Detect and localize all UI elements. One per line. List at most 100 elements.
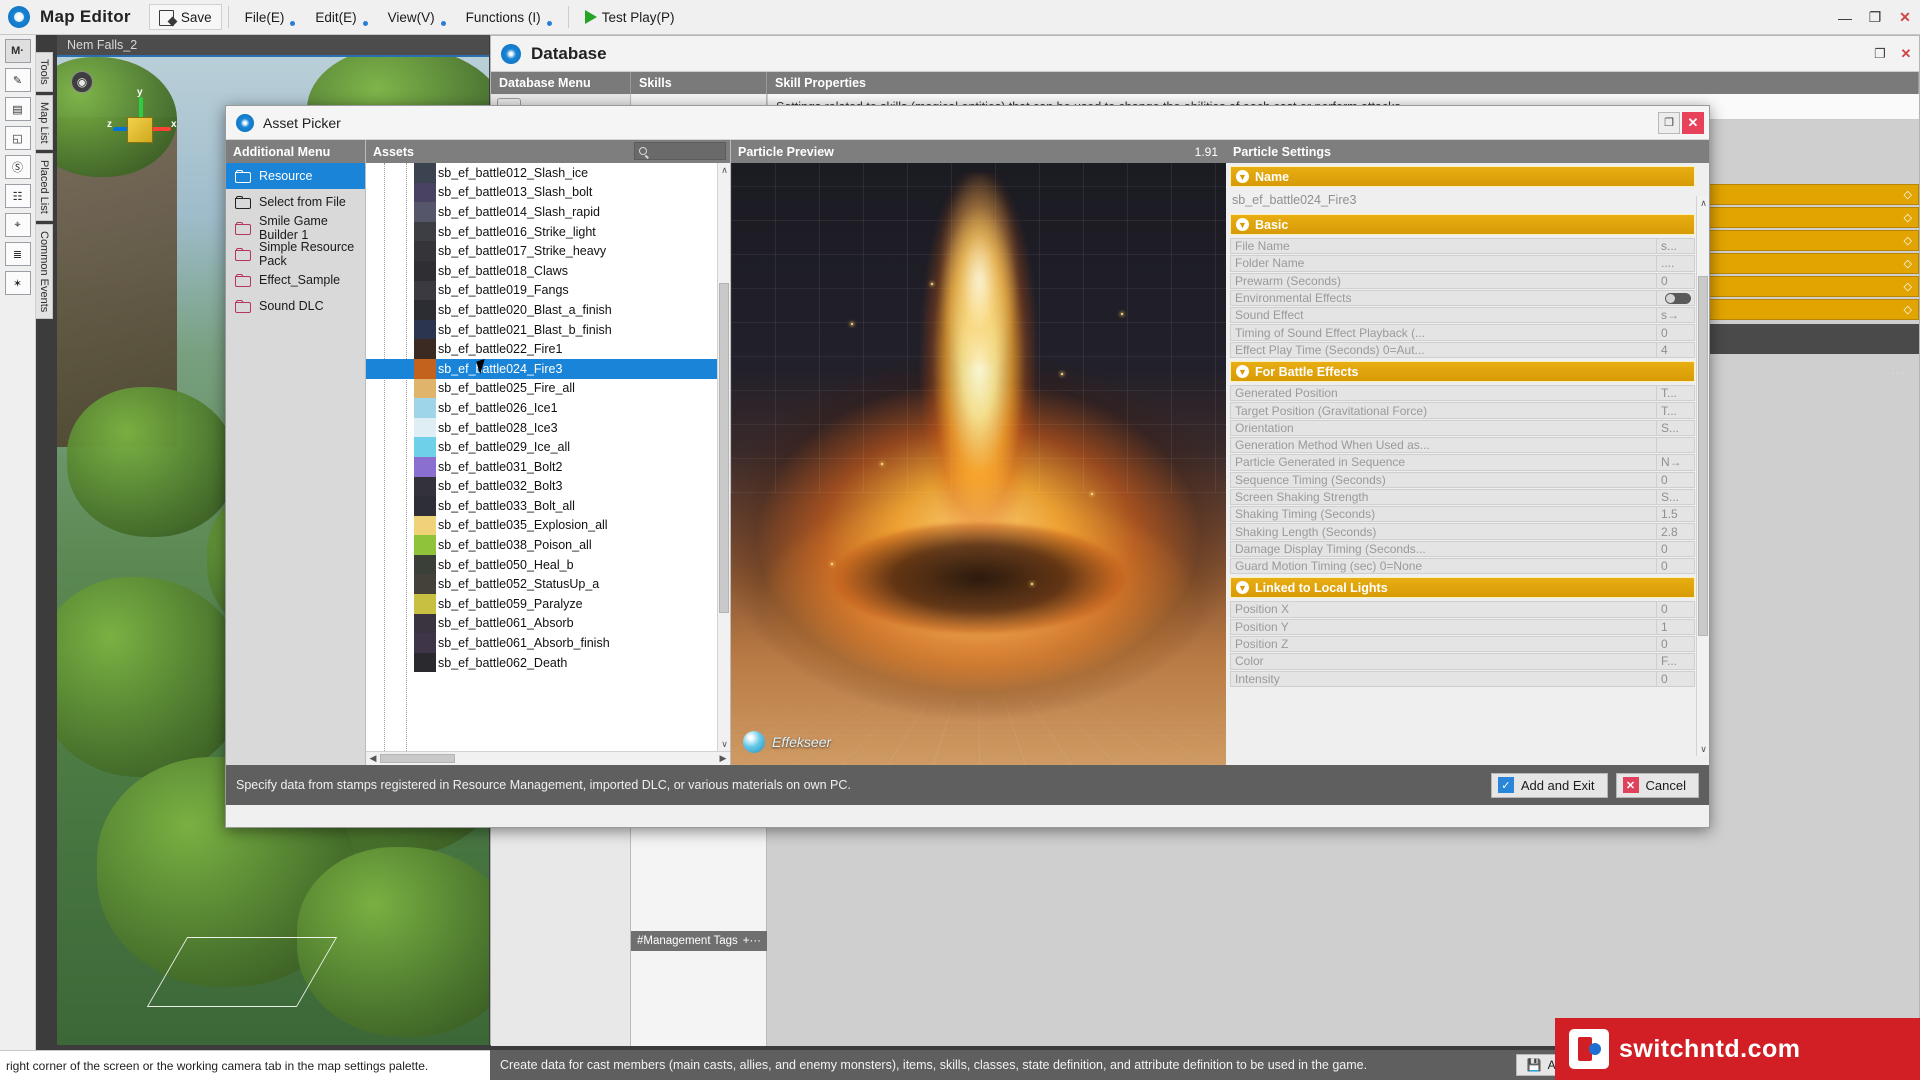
asset-row[interactable]: sb_ef_battle014_Slash_rapid <box>366 202 730 222</box>
hscroll-left-icon[interactable]: ◀ <box>366 753 380 764</box>
property-row[interactable]: Generated PositionT... <box>1230 385 1695 401</box>
asset-row[interactable]: sb_ef_battle028_Ice3 <box>366 418 730 438</box>
management-tags-add-icon[interactable]: +··· <box>743 935 761 947</box>
tab-common-events[interactable]: Common Events <box>36 224 53 319</box>
property-row[interactable]: Target Position (Gravitational Force)T..… <box>1230 402 1695 418</box>
sidebar-item-sound-dlc[interactable]: Sound DLC <box>226 293 365 319</box>
axis-gizmo[interactable]: z y x <box>105 87 185 167</box>
overflow-ellipsis[interactable]: ··· <box>1891 364 1905 380</box>
property-row[interactable]: Shaking Length (Seconds)2.8 <box>1230 523 1695 539</box>
maximize-button[interactable]: ❐ <box>1860 9 1890 26</box>
property-value[interactable]: 4 <box>1656 343 1694 357</box>
chevron-down-icon[interactable]: ▼ <box>1236 581 1249 594</box>
database-menu-header[interactable]: Database Menu <box>491 72 631 94</box>
node-icon[interactable]: ✶ <box>5 271 31 295</box>
pin-icon[interactable]: ⌖ <box>5 213 31 237</box>
asset-row[interactable]: sb_ef_battle050_Heal_b <box>366 555 730 575</box>
property-value[interactable]: 0 <box>1656 542 1694 556</box>
sidebar-item-simple-resource-pack[interactable]: Simple Resource Pack <box>226 241 365 267</box>
property-value[interactable]: N→ <box>1656 455 1694 469</box>
property-row[interactable]: File Names... <box>1230 238 1695 254</box>
assets-horizontal-scrollbar[interactable]: ◀ ▶ <box>366 751 730 765</box>
property-row[interactable]: Environmental Effects <box>1230 290 1695 306</box>
settings-scroll-up-icon[interactable]: ∧ <box>1697 196 1710 210</box>
chevron-down-icon[interactable]: ▼ <box>1236 170 1249 183</box>
settings-group-header[interactable]: ▼Linked to Local Lights <box>1230 577 1695 598</box>
property-row[interactable]: Shaking Timing (Seconds)1.5 <box>1230 506 1695 522</box>
asset-row[interactable]: sb_ef_battle018_Claws <box>366 261 730 281</box>
property-value[interactable]: 0 <box>1656 325 1694 339</box>
property-row[interactable]: Sequence Timing (Seconds)0 <box>1230 472 1695 488</box>
property-value[interactable]: 0 <box>1656 602 1694 616</box>
asset-row[interactable]: sb_ef_battle061_Absorb <box>366 614 730 634</box>
asset-row[interactable]: sb_ef_battle019_Fangs <box>366 281 730 301</box>
property-value[interactable]: 0 <box>1656 672 1694 686</box>
property-value[interactable]: .... <box>1656 256 1694 270</box>
property-value[interactable]: F... <box>1656 654 1694 668</box>
scrollbar-thumb[interactable] <box>1698 276 1708 636</box>
preview-stage[interactable]: Effekseer <box>731 163 1226 765</box>
database-close-button[interactable]: ✕ <box>1893 46 1919 62</box>
coin-icon[interactable]: Ⓢ <box>5 155 31 179</box>
property-value[interactable]: s→ <box>1656 308 1694 322</box>
particle-name-value[interactable]: sb_ef_battle024_Fire3 <box>1226 190 1709 211</box>
property-value[interactable]: 1 <box>1656 620 1694 634</box>
menu-file[interactable]: File(E) <box>235 4 306 30</box>
asset-row[interactable]: sb_ef_battle013_Slash_bolt <box>366 183 730 203</box>
chevron-down-icon[interactable]: ▼ <box>1236 218 1249 231</box>
tab-placed-list[interactable]: Placed List <box>36 153 53 221</box>
asset-row[interactable]: sb_ef_battle052_StatusUp_a <box>366 574 730 594</box>
chevron-down-icon[interactable]: ▼ <box>1236 365 1249 378</box>
property-value[interactable]: S... <box>1656 490 1694 504</box>
asset-row[interactable]: sb_ef_battle035_Explosion_all <box>366 516 730 536</box>
property-row[interactable]: Intensity0 <box>1230 671 1695 687</box>
asset-row[interactable]: sb_ef_battle032_Bolt3 <box>366 477 730 497</box>
scroll-down-icon[interactable]: ∨ <box>718 737 730 751</box>
sidebar-item-smile-game-builder[interactable]: Smile Game Builder 1 <box>226 215 365 241</box>
database-restore-button[interactable]: ❐ <box>1867 46 1893 62</box>
property-row[interactable]: Position Z0 <box>1230 636 1695 652</box>
menu-view[interactable]: View(V) <box>378 4 456 30</box>
globe-icon[interactable]: ◉ <box>71 71 93 93</box>
sidebar-item-effect-sample[interactable]: Effect_Sample <box>226 267 365 293</box>
close-button[interactable]: ✕ <box>1890 9 1920 26</box>
property-row[interactable]: Guard Motion Timing (sec) 0=None0 <box>1230 558 1695 574</box>
tab-tools[interactable]: Tools <box>36 52 53 92</box>
test-play-button[interactable]: Test Play(P) <box>575 4 685 30</box>
menu-functions[interactable]: Functions (I) <box>456 4 562 30</box>
property-row[interactable]: Timing of Sound Effect Playback (...0 <box>1230 324 1695 340</box>
settings-scroll-down-icon[interactable]: ∨ <box>1697 742 1710 756</box>
asset-row[interactable]: sb_ef_battle020_Blast_a_finish <box>366 300 730 320</box>
property-value[interactable]: T... <box>1656 403 1694 417</box>
minimize-button[interactable]: — <box>1830 10 1860 26</box>
asset-row[interactable]: sb_ef_battle016_Strike_light <box>366 222 730 242</box>
map-icon[interactable]: M· <box>5 39 31 63</box>
asset-row[interactable]: sb_ef_battle061_Absorb_finish <box>366 633 730 653</box>
property-value[interactable]: 0 <box>1656 473 1694 487</box>
terrain-icon[interactable]: ◱ <box>5 126 31 150</box>
asset-row[interactable]: sb_ef_battle012_Slash_ice <box>366 163 730 183</box>
scrollbar-thumb[interactable] <box>719 283 729 613</box>
property-row[interactable]: Folder Name.... <box>1230 255 1695 271</box>
scroll-up-icon[interactable]: ∧ <box>718 163 730 177</box>
assets-list[interactable]: sb_ef_battle012_Slash_icesb_ef_battle013… <box>366 163 730 751</box>
hscrollbar-thumb[interactable] <box>380 754 455 763</box>
property-row[interactable]: Particle Generated in SequenceN→ <box>1230 454 1695 470</box>
management-tags-bar[interactable]: #Management Tags +··· <box>631 931 767 951</box>
sidebar-item-resource[interactable]: Resource <box>226 163 365 189</box>
asset-row[interactable]: sb_ef_battle025_Fire_all <box>366 379 730 399</box>
add-and-exit-button[interactable]: ✓ Add and Exit <box>1491 773 1608 798</box>
settings-group-header[interactable]: ▼Basic <box>1230 214 1695 235</box>
property-value[interactable]: S... <box>1656 421 1694 435</box>
property-value[interactable]: 0 <box>1656 274 1694 288</box>
menu-edit[interactable]: Edit(E) <box>305 4 377 30</box>
asset-row[interactable]: sb_ef_battle059_Paralyze <box>366 594 730 614</box>
settings-group-header[interactable]: ▼For Battle Effects <box>1230 361 1695 382</box>
asset-row-selected[interactable]: sb_ef_battle024_Fire3 <box>366 359 730 379</box>
cancel-button[interactable]: ✕ Cancel <box>1616 773 1699 798</box>
dialog-close-button[interactable]: ✕ <box>1682 112 1704 134</box>
property-value[interactable]: 2.8 <box>1656 524 1694 538</box>
property-row[interactable]: Prewarm (Seconds)0 <box>1230 273 1695 289</box>
property-value[interactable]: s... <box>1656 239 1694 253</box>
brush-icon[interactable]: ✎ <box>5 68 31 92</box>
